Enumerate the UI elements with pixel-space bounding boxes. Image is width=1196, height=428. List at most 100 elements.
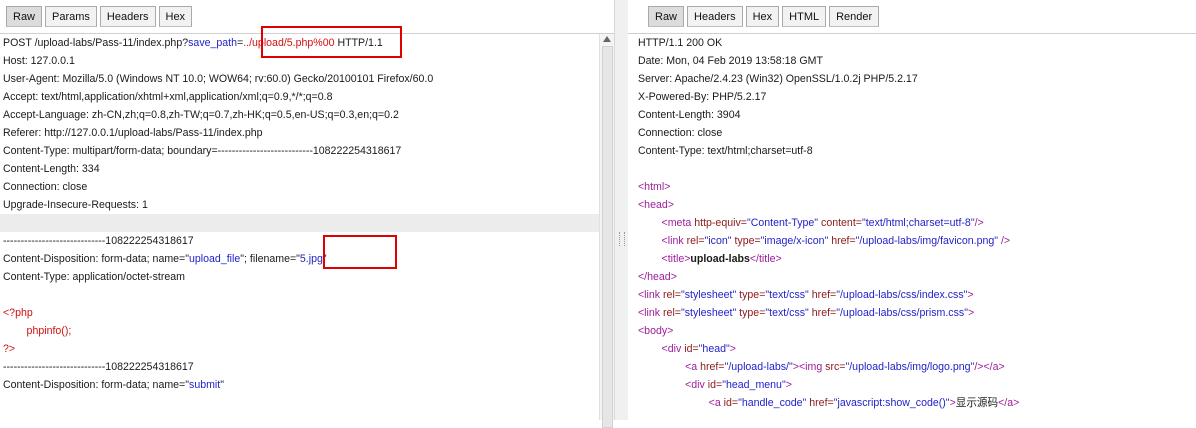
- request-tab-hex[interactable]: Hex: [158, 6, 193, 27]
- response-token: "text/css": [765, 307, 809, 319]
- response-token: href=: [808, 307, 837, 319]
- request-line: [0, 214, 614, 232]
- response-token: "text/css": [765, 289, 809, 301]
- response-tab-hex[interactable]: Hex: [745, 6, 780, 27]
- request-editor[interactable]: POST /upload-labs/Pass-11/index.php?save…: [0, 34, 614, 420]
- response-token: >: [785, 379, 792, 391]
- request-token: upload_file: [189, 253, 241, 265]
- request-line: -----------------------------10822225431…: [0, 232, 614, 250]
- response-token: "head_menu": [722, 379, 786, 391]
- response-token: <link: [638, 307, 664, 319]
- response-token: "handle_code": [738, 397, 807, 409]
- request-tab-bar: Raw Params Headers Hex: [0, 0, 614, 34]
- response-token: <meta: [661, 217, 695, 229]
- response-token: />: [974, 217, 984, 229]
- response-tab-headers[interactable]: Headers: [687, 6, 743, 27]
- request-tab-raw[interactable]: Raw: [6, 6, 43, 27]
- request-line: Content-Length: 334: [0, 160, 614, 178]
- response-token: "/upload-labs/": [724, 361, 793, 373]
- response-token: rel=: [663, 307, 681, 319]
- response-token: content=: [818, 217, 862, 229]
- request-token: 5.jpg: [299, 253, 323, 265]
- request-line: <?php: [0, 304, 614, 322]
- response-token: "Content-Type": [746, 217, 819, 229]
- scroll-thumb[interactable]: [602, 46, 613, 428]
- response-token: [638, 253, 662, 265]
- response-line: <a id="handle_code" href="javascript:sho…: [628, 394, 1196, 412]
- request-tab-headers[interactable]: Headers: [99, 6, 156, 27]
- response-line: Content-Length: 3904: [628, 106, 1196, 124]
- request-scrollbar[interactable]: [599, 34, 614, 428]
- request-line: Content-Type: application/octet-stream: [0, 268, 614, 286]
- response-token: Content-Type: text/html;charset=utf-8: [638, 145, 813, 157]
- request-line: -----------------------------10822225431…: [0, 358, 614, 376]
- request-token: Referer: http://127.0.0.1/upload-labs/Pa…: [3, 127, 263, 139]
- request-line: [0, 286, 614, 304]
- response-tab-html[interactable]: HTML: [782, 6, 827, 27]
- response-token: "head": [698, 343, 730, 355]
- response-token: href=: [808, 289, 837, 301]
- request-line: Content-Type: multipart/form-data; bound…: [0, 142, 614, 160]
- response-token: Connection: close: [638, 127, 723, 139]
- request-token: Accept-Language: zh-CN,zh;q=0.8,zh-TW;q=…: [3, 109, 399, 121]
- response-token: ><img: [792, 361, 826, 373]
- response-token: type=: [736, 289, 766, 301]
- request-line: Accept: text/html,application/xhtml+xml,…: [0, 88, 614, 106]
- response-line: <div id="head_menu">: [628, 376, 1196, 394]
- request-token: submit: [189, 379, 221, 391]
- response-pane: Raw Headers Hex HTML Render HTTP/1.1 200…: [628, 0, 1196, 420]
- request-token: phpinfo();: [3, 325, 72, 337]
- response-token: "text/html;charset=utf-8": [861, 217, 975, 229]
- response-line: HTTP/1.1 200 OK: [628, 34, 1196, 52]
- response-token: <div: [661, 343, 685, 355]
- request-line: ?>: [0, 340, 614, 358]
- response-token: "stylesheet": [681, 307, 737, 319]
- response-token: href=: [806, 397, 834, 409]
- response-token: >: [729, 343, 736, 355]
- request-line: Content-Disposition: form-data; name="up…: [0, 250, 614, 268]
- request-token: ../upload/5.php%00: [243, 37, 335, 49]
- response-tab-raw[interactable]: Raw: [648, 6, 685, 27]
- request-token: -----------------------------10822225431…: [3, 235, 194, 247]
- scroll-up-arrow-icon[interactable]: [603, 36, 611, 42]
- response-token: />: [998, 235, 1011, 247]
- response-token: >: [967, 289, 974, 301]
- response-token: "/upload-labs/img/favicon.png": [855, 235, 999, 247]
- request-token: POST /upload-labs/Pass-11/index.php?: [3, 37, 189, 49]
- response-viewer[interactable]: HTTP/1.1 200 OK Date: Mon, 04 Feb 2019 13…: [628, 34, 1196, 420]
- response-tab-bar: Raw Headers Hex HTML Render: [628, 0, 1196, 34]
- response-token: rel=: [663, 289, 681, 301]
- response-token: X-Powered-By: PHP/5.2.17: [638, 91, 767, 103]
- response-token: HTTP/1.1 200 OK: [638, 37, 723, 49]
- response-line: Server: Apache/2.4.23 (Win32) OpenSSL/1.…: [628, 70, 1196, 88]
- response-token: <link: [638, 289, 664, 301]
- response-line: </head>: [628, 268, 1196, 286]
- response-token: </a>: [998, 397, 1020, 409]
- response-line: <html>: [628, 178, 1196, 196]
- response-token: "image/x-icon": [760, 235, 829, 247]
- response-token: type=: [736, 307, 766, 319]
- response-line: <meta http-equiv="Content-Type" content=…: [628, 214, 1196, 232]
- request-token: -----------------------------10822225431…: [3, 361, 194, 373]
- request-pane: Raw Params Headers Hex POST /upload-labs…: [0, 0, 614, 428]
- response-token: <a: [708, 397, 724, 409]
- request-token: Upgrade-Insecure-Requests: 1: [3, 199, 148, 211]
- request-tabs: Raw Params Headers Hex: [6, 6, 195, 27]
- response-token: <body>: [638, 325, 674, 337]
- response-token: http-equiv=: [694, 217, 747, 229]
- splitter-grip-icon[interactable]: [619, 232, 625, 246]
- response-token: </head>: [638, 271, 677, 283]
- request-tab-params[interactable]: Params: [45, 6, 97, 27]
- response-token: <a: [685, 361, 701, 373]
- response-line: <link rel="stylesheet" type="text/css" h…: [628, 304, 1196, 322]
- response-tab-render[interactable]: Render: [829, 6, 880, 27]
- request-line: User-Agent: Mozilla/5.0 (Windows NT 10.0…: [0, 70, 614, 88]
- response-token: [638, 235, 662, 247]
- response-line: X-Powered-By: PHP/5.2.17: [628, 88, 1196, 106]
- response-token: <head>: [638, 199, 674, 211]
- response-token: "icon": [704, 235, 732, 247]
- response-token: [638, 397, 709, 409]
- response-token: href=: [828, 235, 856, 247]
- response-token: id=: [707, 379, 723, 391]
- response-token: "/upload-labs/css/index.css": [836, 289, 968, 301]
